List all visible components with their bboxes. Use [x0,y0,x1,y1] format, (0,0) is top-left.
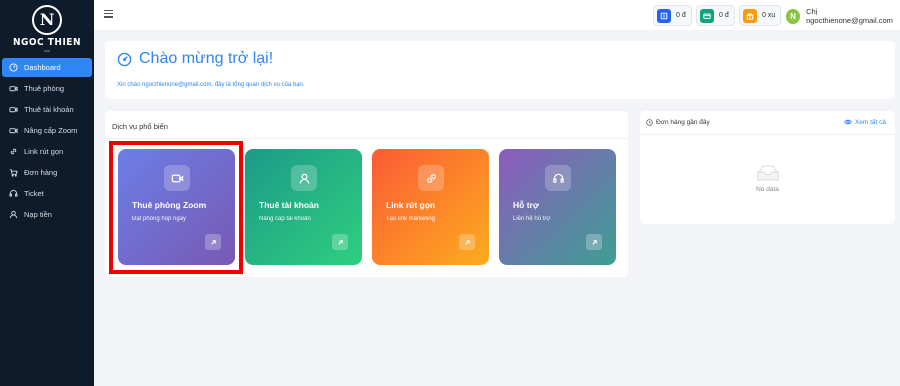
sidebar-item-ticket[interactable]: Ticket [2,184,92,203]
brand-logo[interactable]: N NGOC THIEN ONE [0,2,94,54]
brand-sub: ONE [43,49,51,53]
logo-mark: N [32,5,62,35]
panel-title: Đơn hàng gần đây [656,119,710,126]
panel-header: Đơn hàng gần đây Xem tất cả [640,111,895,135]
sidebar-item-label: Thuê tài khoản [24,105,74,114]
brand-name: NGOC THIEN [13,37,81,48]
sidebar-item-thue-tai-khoan[interactable]: Thuê tài khoản [2,100,92,119]
service-card-account-rental[interactable]: Thuê tài khoản Nâng cấp tài khoản [245,149,362,265]
sidebar-item-label: Link rút gọn [24,147,64,156]
sidebar-item-label: Ticket [24,189,44,198]
wallet-icon [657,8,671,23]
gift-icon [743,8,757,23]
page-title: Chào mừng trở lại! [139,50,274,67]
sidebar-item-nap-tien[interactable]: Nạp tiền [2,205,92,224]
balance-wallet[interactable]: 0 đ [653,5,692,26]
headset-icon [545,165,571,191]
topbar: 0 đ 0 đ 0 xu N Chị ngocthienone@gmail.co… [94,0,900,30]
card-icon [700,8,714,23]
service-card-title: Link rút gọn [386,200,436,210]
dashboard-icon [9,63,18,72]
balance-value: 0 xu [762,12,776,19]
balance-value: 0 đ [676,12,686,19]
video-icon [9,86,18,92]
view-all-link[interactable]: Xem tất cả [844,118,886,126]
service-card-title: Thuê tài khoản [259,200,319,210]
welcome-card: Chào mừng trở lại! Xin chào ngocthienone… [105,41,895,99]
sidebar-nav: Dashboard Thuê phòng Thuê tài khoản Nâng… [2,58,92,226]
sidebar-item-don-hang[interactable]: Đơn hàng [2,163,92,182]
menu-toggle-icon[interactable] [104,10,113,18]
empty-inbox-icon [757,165,779,181]
service-card-short-link[interactable]: Link rút gọn Tạo link marketing [372,149,489,265]
sidebar-item-thue-phong[interactable]: Thuê phòng [2,79,92,98]
video-icon [9,128,18,134]
sidebar-item-nang-cap-zoom[interactable]: Nâng cấp Zoom [2,121,92,140]
user-name: Chị ngocthienone@gmail.com [806,7,893,25]
service-card-support[interactable]: Hỗ trợ Liên hệ hỗ trợ [499,149,616,265]
sidebar-item-label: Nạp tiền [24,210,52,219]
dashboard-icon [117,52,132,67]
sidebar-item-label: Đơn hàng [24,168,58,177]
service-card-title: Hỗ trợ [513,200,539,210]
link-icon [418,165,444,191]
user-menu[interactable]: N Chị ngocthienone@gmail.com [786,7,900,25]
service-card-subtitle: Nâng cấp tài khoản [259,216,311,222]
clock-icon [646,119,653,126]
balance-xu[interactable]: 0 xu [739,5,782,26]
panel-title: Dịch vụ phổ biến [112,122,168,131]
welcome-subtitle: Xin chào ngocthienone@gmail.com, đây là … [117,82,305,88]
headset-icon [9,189,18,197]
arrow-up-right-icon[interactable] [586,234,602,250]
arrow-up-right-icon[interactable] [459,234,475,250]
view-all-label: Xem tất cả [854,118,886,126]
sidebar-item-label: Nâng cấp Zoom [24,126,78,135]
highlight-box [109,141,243,274]
user-icon [9,210,18,219]
service-card-subtitle: Tạo link marketing [386,216,436,222]
empty-state-text: No data [756,186,779,193]
balance-card[interactable]: 0 đ [696,5,735,26]
sidebar: N NGOC THIEN ONE Dashboard Thuê phòng Th… [0,0,94,386]
recent-orders-panel: Đơn hàng gần đây Xem tất cả No data [640,111,895,224]
video-icon [9,107,18,113]
balance-value: 0 đ [719,12,729,19]
avatar: N [786,8,801,24]
link-icon [10,148,17,155]
service-card-subtitle: Liên hệ hỗ trợ [513,216,551,222]
panel-header: Dịch vụ phổ biến [105,111,628,139]
user-icon [291,165,317,191]
sidebar-item-label: Thuê phòng [24,84,65,93]
sidebar-item-label: Dashboard [24,63,61,72]
cart-icon [9,169,18,177]
eye-icon [844,119,852,125]
sidebar-item-dashboard[interactable]: Dashboard [2,58,92,77]
arrow-up-right-icon[interactable] [332,234,348,250]
sidebar-item-link-rut-gon[interactable]: Link rút gọn [2,142,92,161]
